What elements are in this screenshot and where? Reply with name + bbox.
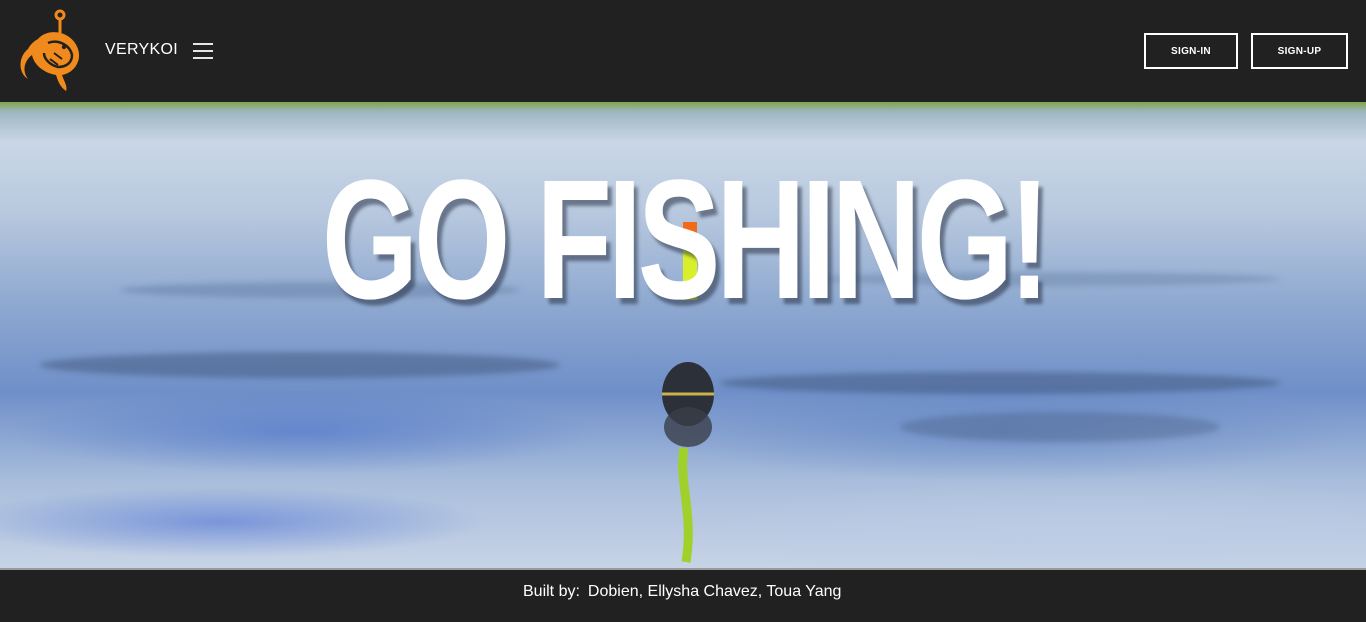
- author-names: Dobien, Ellysha Chavez, Toua Yang: [587, 583, 842, 600]
- footer: Built by: Dobien, Ellysha Chavez, Toua Ya…: [0, 568, 1366, 622]
- koi-fish-hook-logo[interactable]: [18, 9, 84, 93]
- hero-banner: GO FISHING!: [0, 102, 1366, 568]
- built-by-label: Built by:: [523, 583, 580, 600]
- hamburger-menu-icon[interactable]: [191, 40, 215, 62]
- brand-name[interactable]: VERYKOI: [105, 41, 178, 59]
- sign-in-button[interactable]: SIGN-IN: [1144, 33, 1238, 69]
- credits: Built by: Dobien, Ellysha Chavez, Toua Ya…: [523, 583, 841, 601]
- hero-headline: GO FISHING!: [321, 145, 1050, 335]
- sign-up-button[interactable]: SIGN-UP: [1251, 33, 1348, 69]
- navbar: VERYKOI SIGN-IN SIGN-UP: [0, 0, 1366, 102]
